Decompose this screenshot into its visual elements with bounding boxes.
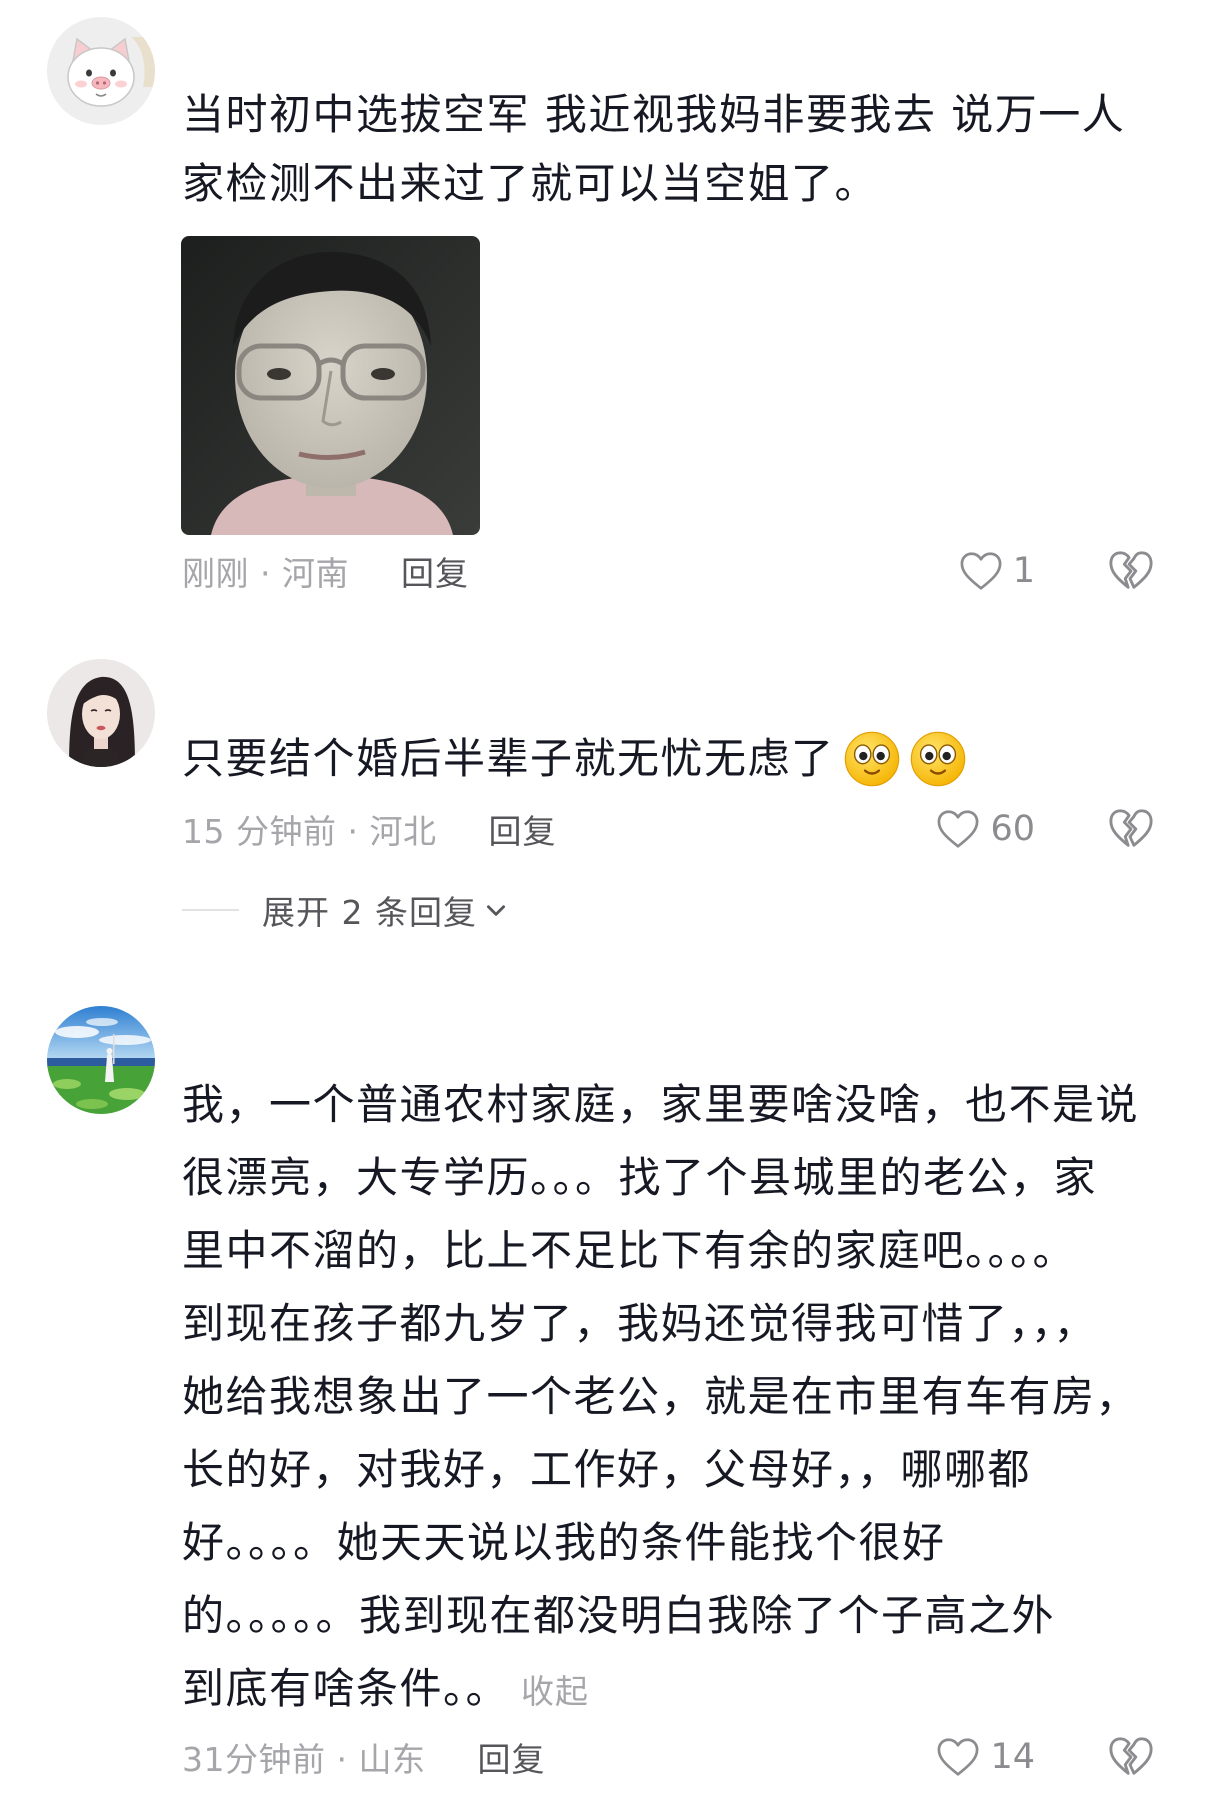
comment-text-line: 到底有啥条件。。 收起 — [182, 1652, 1176, 1725]
comment-text-line: 里中不溜的，比上不足比下有余的家庭吧。。。。 — [182, 1226, 1077, 1275]
reply-button[interactable]: 回复 — [401, 547, 469, 595]
comment-text-content: 只要结个婚后半辈子就无忧无虑了 — [182, 734, 835, 783]
broken-heart-icon — [1109, 551, 1153, 589]
pig-cartoon-avatar-image — [47, 17, 155, 125]
comment-text: 只要结个婚后半辈子就无忧无虑了 — [182, 722, 1176, 795]
comment-text-content: 到底有啥条件。。 — [182, 1664, 510, 1713]
avatar-girl-photo[interactable] — [47, 659, 155, 767]
expand-replies-label: 展开 2 条回复 — [262, 893, 477, 932]
like-count: 60 — [990, 809, 1035, 849]
comment-meta-row: 刚刚 · 河南 回复 1 — [182, 546, 1206, 596]
comment-text-line: 家检测不出来过了就可以当空姐了。 — [182, 159, 879, 208]
comment-time-location: 31分钟前 · 山东 — [182, 1740, 426, 1779]
comment-time-location: 15 分钟前 · 河北 — [182, 812, 437, 851]
comment-image[interactable] — [181, 236, 480, 535]
expand-divider — [182, 909, 239, 911]
like-button[interactable]: 60 — [936, 804, 1035, 854]
collapse-button[interactable]: 收起 — [521, 1672, 589, 1711]
landscape-photo-avatar-image — [47, 1006, 155, 1114]
dislike-button[interactable] — [1108, 549, 1154, 593]
broken-heart-icon — [1109, 1737, 1153, 1775]
like-button[interactable]: 14 — [936, 1732, 1035, 1782]
reply-button[interactable]: 回复 — [477, 1733, 545, 1781]
heart-outline-icon — [937, 1738, 979, 1776]
like-count: 14 — [990, 1737, 1035, 1777]
expand-replies-button[interactable]: 展开 2 条回复 — [182, 885, 509, 935]
avatar-landscape-photo[interactable] — [47, 1006, 155, 1114]
like-count: 1 — [1012, 551, 1035, 591]
face-with-glasses-photo — [181, 236, 480, 535]
comment-text-line: 好。。。。她天天说以我的条件能找个很好 — [182, 1518, 946, 1567]
comment-text-line: 只要结个婚后半辈子就无忧无虑了 — [182, 722, 1176, 795]
comment-text-line: 的。。。。。我到现在都没明白我除了个子高之外 — [182, 1591, 1056, 1640]
comment-text: 我，一个普通农村家庭，家里要啥没啥，也不是说 很漂亮，大专学历。。。找了个县城里… — [182, 1068, 1176, 1725]
smiley-emoji-icon — [843, 730, 901, 788]
comment-text: 当时初中选拔空军 我近视我妈非要我去 说万一人 家检测不出来过了就可以当空姐了。 — [182, 80, 1176, 218]
comment-text-line: 到现在孩子都九岁了，我妈还觉得我可惜了，，， — [182, 1299, 1098, 1348]
heart-outline-icon — [937, 810, 979, 848]
broken-heart-icon — [1109, 809, 1153, 847]
dislike-button[interactable] — [1108, 807, 1154, 851]
comment-meta-row: 31分钟前 · 山东 回复 14 — [182, 1732, 1206, 1782]
comment-text-line: 当时初中选拔空军 我近视我妈非要我去 说万一人 — [182, 90, 1126, 139]
avatar-pig-cartoon[interactable] — [47, 17, 155, 125]
heart-outline-icon — [960, 552, 1002, 590]
comment-text-line: 很漂亮，大专学历。。。找了个县城里的老公，家 — [182, 1153, 1098, 1202]
reply-button[interactable]: 回复 — [488, 805, 556, 853]
chevron-down-icon — [486, 905, 505, 916]
dislike-button[interactable] — [1108, 1735, 1154, 1779]
smiley-emoji-icon — [909, 730, 967, 788]
comment-text-line: 我，一个普通农村家庭，家里要啥没啥，也不是说 — [182, 1080, 1140, 1129]
comment-time-location: 刚刚 · 河南 — [182, 554, 349, 593]
comment-text-line: 她给我想象出了一个老公，就是在市里有车有房， — [182, 1372, 1140, 1421]
comment-meta-row: 15 分钟前 · 河北 回复 60 — [182, 804, 1206, 854]
girl-photo-avatar-image — [47, 659, 155, 767]
comment-text-line: 长的好，对我好，工作好，父母好，，哪哪都 — [182, 1445, 1032, 1494]
like-button[interactable]: 1 — [959, 546, 1035, 596]
